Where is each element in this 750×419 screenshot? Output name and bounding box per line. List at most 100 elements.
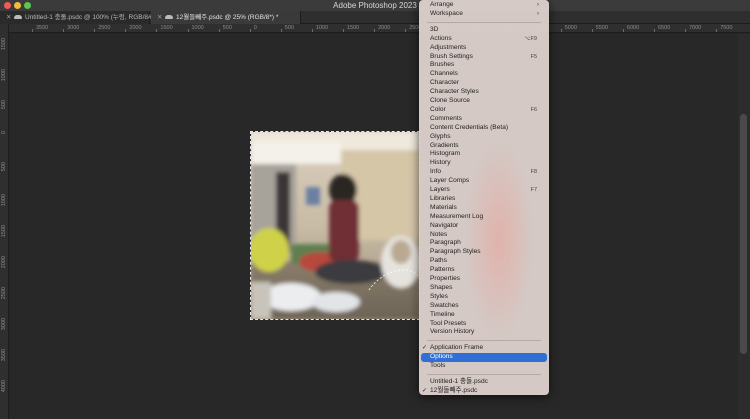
menu-item-label: Paragraph Styles <box>430 248 481 256</box>
menu-item-content-credentials-beta[interactable]: Content Credentials (Beta) <box>421 124 547 133</box>
menu-item-actions[interactable]: Actions ⌥F9 <box>421 35 547 44</box>
menu-item-label: 12월들빼주.psdc <box>430 386 478 394</box>
document-image[interactable] <box>250 131 420 320</box>
menu-item-brushes[interactable]: Brushes <box>421 61 547 70</box>
ruler-tick-label: 1500 <box>1 224 7 237</box>
menu-item-color[interactable]: Color F6 <box>421 106 547 115</box>
menu-item-timeline[interactable]: Timeline <box>421 311 547 320</box>
menu-item-label: Layers <box>430 186 450 193</box>
menu-item-shortcut: F6 <box>530 106 537 113</box>
menu-item-brush-settings[interactable]: Brush Settings F5 <box>421 53 547 62</box>
menu-item-label: Shapes <box>430 283 453 291</box>
menu-item-arrange[interactable]: Arrange › <box>421 1 547 10</box>
menu-item-info[interactable]: Info F8 <box>421 168 547 177</box>
checkmark-icon: ✓ <box>422 345 428 352</box>
ruler-tick-label: 6000 <box>626 25 640 31</box>
menu-item-label: Timeline <box>430 310 455 318</box>
ruler-tick <box>716 29 718 32</box>
ruler-tick <box>63 29 65 32</box>
menu-item-layers[interactable]: Layers F7 <box>421 186 547 195</box>
menu-item-options[interactable]: Options <box>421 353 547 363</box>
menu-item-patterns[interactable]: Patterns <box>421 266 547 275</box>
ruler-tick <box>125 29 127 32</box>
vertical-ruler[interactable]: 1500 1000 500 0 500 1000 1500 2000 2500 3000 3500 4… <box>0 24 9 419</box>
ruler-tick <box>94 29 96 32</box>
menu-item-materials[interactable]: Materials <box>421 204 547 213</box>
close-tab-icon[interactable]: ✕ <box>157 11 165 24</box>
ruler-tick <box>311 29 313 32</box>
document-tab-active[interactable]: ✕ 12월들빼주.psdc @ 25% (RGB/8*) * <box>151 11 301 24</box>
menu-item-label: Tool Presets <box>430 319 467 327</box>
ruler-tick-label: 3000 <box>1 317 7 331</box>
vertical-scrollbar[interactable] <box>738 34 750 419</box>
menu-item-layer-comps[interactable]: Layer Comps <box>421 177 547 186</box>
menu-separator <box>427 374 541 375</box>
ruler-tick-label: 3500 <box>36 25 49 31</box>
close-tab-icon[interactable]: ✕ <box>6 11 14 24</box>
menu-item-label: Glyphs <box>430 132 451 140</box>
menu-item-3d[interactable]: 3D <box>421 26 547 35</box>
menu-item-comments[interactable]: Comments <box>421 115 547 124</box>
menu-item-label: Notes <box>430 230 448 238</box>
ruler-tick <box>343 29 344 32</box>
menu-item-history[interactable]: History <box>421 159 547 168</box>
menu-item-tools[interactable]: Tools <box>421 362 547 371</box>
menu-item-styles[interactable]: Styles <box>421 293 547 302</box>
menu-item-label: Brushes <box>430 61 455 69</box>
menu-item-version-history[interactable]: Version History <box>421 328 547 337</box>
menu-item-application-frame[interactable]: ✓ Application Frame <box>421 344 547 353</box>
menu-item-document[interactable]: ✓ 12월들빼주.psdc <box>421 387 547 395</box>
menu-item-paths[interactable]: Paths <box>421 257 547 266</box>
menu-item-workspace[interactable]: Workspace › <box>421 10 547 19</box>
menu-item-label: Clone Source <box>430 97 470 104</box>
menu-item-label: Character <box>430 79 459 87</box>
tab-label: Untitled-1 충돌.psdc @ 100% (누렁, RGB/8#) <box>25 14 154 21</box>
horizontal-ruler[interactable]: 3500 3000 2500 2000 1500 1000 500 0 500 1000 1500 2… <box>9 24 750 33</box>
menu-item-label: Info <box>430 168 441 176</box>
menu-item-clone-source[interactable]: Clone Source <box>421 97 547 106</box>
ruler-tick-label: 2500 <box>1 286 7 300</box>
menu-item-paragraph[interactable]: Paragraph <box>421 239 547 248</box>
menu-item-label: Tools <box>430 362 446 370</box>
menu-item-channels[interactable]: Channels <box>421 70 547 79</box>
window-menu: Arrange › Workspace › 3D Actions ⌥F9 Adjustment… <box>419 0 549 395</box>
menu-item-measurement-log[interactable]: Measurement Log <box>421 213 547 222</box>
ruler-tick <box>249 29 251 32</box>
ruler-tick-label: 1000 <box>1 69 7 82</box>
app-title: Adobe Photoshop 2023 <box>333 1 417 10</box>
ruler-tick-label: 2000 <box>129 25 142 31</box>
menu-item-properties[interactable]: Properties <box>421 275 547 284</box>
ruler-tick <box>187 29 189 32</box>
menu-item-adjustments[interactable]: Adjustments <box>421 44 547 53</box>
menu-item-tool-presets[interactable]: Tool Presets <box>421 320 547 329</box>
menu-item-swatches[interactable]: Swatches <box>421 302 547 311</box>
menu-item-label: Version History <box>430 328 475 336</box>
menu-item-histogram[interactable]: Histogram <box>421 150 547 159</box>
menu-item-libraries[interactable]: Libraries <box>421 195 547 204</box>
menu-item-paragraph-styles[interactable]: Paragraph Styles <box>421 248 547 257</box>
cloud-icon <box>14 15 22 19</box>
menu-item-shortcut: F7 <box>530 187 537 193</box>
menu-item-label: Libraries <box>430 194 456 202</box>
ruler-tick <box>622 29 624 32</box>
menu-item-document[interactable]: Untitled-1 충돌.psdc <box>421 378 547 387</box>
ruler-tick-label: 2000 <box>378 25 391 31</box>
menu-item-glyphs[interactable]: Glyphs <box>421 133 547 142</box>
menu-item-character-styles[interactable]: Character Styles <box>421 88 547 97</box>
menu-item-navigator[interactable]: Navigator <box>421 222 547 231</box>
menu-item-label: Arrange <box>430 1 454 8</box>
menu-item-label: Adjustments <box>430 43 467 51</box>
menu-separator <box>427 21 541 23</box>
menu-item-shapes[interactable]: Shapes <box>421 284 547 293</box>
menu-item-label: Swatches <box>430 301 459 309</box>
menu-item-character[interactable]: Character <box>421 79 547 88</box>
menu-item-label: Application Frame <box>430 344 484 352</box>
tab-label: 12월들빼주.psdc @ 25% (RGB/8*) * <box>176 14 279 21</box>
ruler-tick-label: 500 <box>284 25 294 31</box>
ruler-tick <box>374 29 376 32</box>
document-tab-untitled[interactable]: ✕ Untitled-1 충돌.psdc @ 100% (누렁, RGB/8#) <box>0 11 154 24</box>
menu-item-gradients[interactable]: Gradients <box>421 142 547 151</box>
menu-item-shortcut: F5 <box>530 53 537 60</box>
menu-item-notes[interactable]: Notes <box>421 231 547 240</box>
scrollbar-thumb[interactable] <box>740 114 747 354</box>
